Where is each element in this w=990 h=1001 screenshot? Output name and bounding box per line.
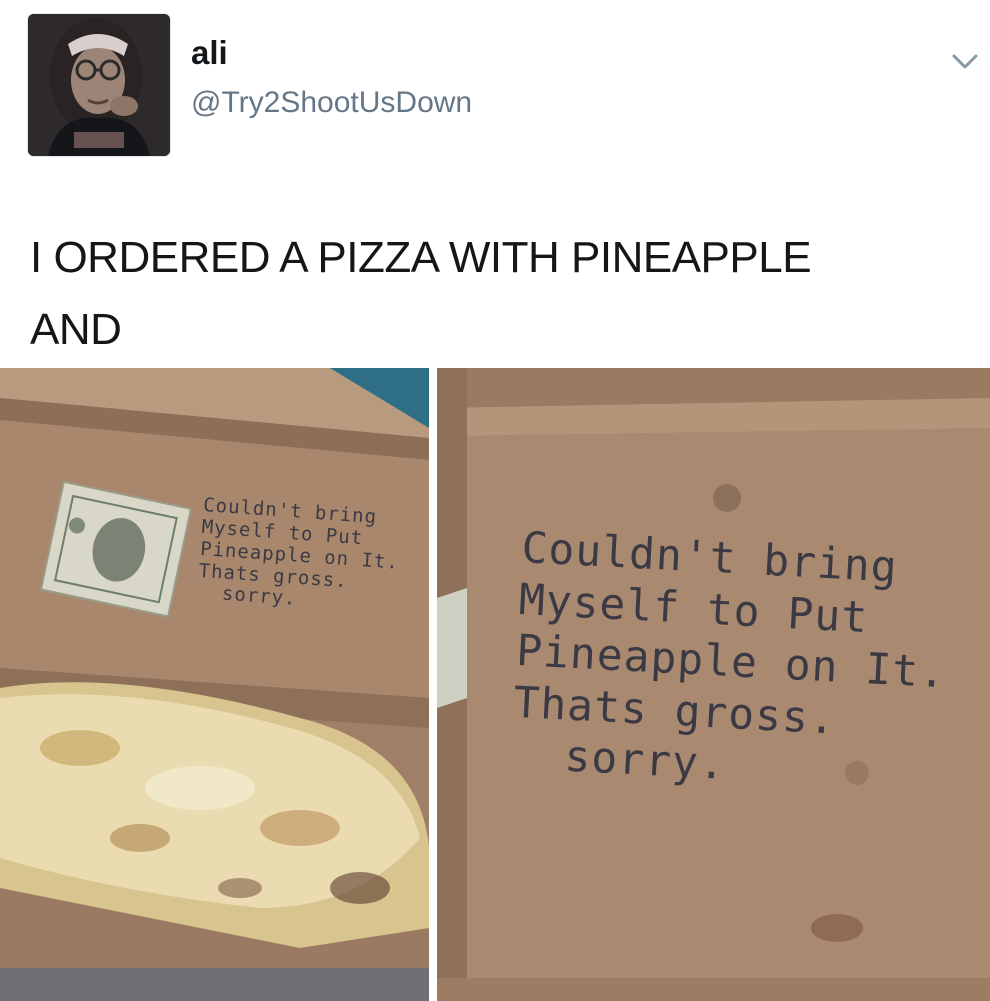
note-closeup-photo[interactable]: Couldn't bring Myself to Put Pineapple o… [437,368,990,1001]
display-name[interactable]: ali [191,36,228,69]
tweet-text: I ORDERED A PIZZA WITH PINEAPPLE AND [30,233,812,354]
handwritten-note-closeup: Couldn't bring Myself to Put Pineapple o… [509,523,948,791]
pizza-box-photo[interactable]: Couldn't bring Myself to Put Pineapple o… [0,368,429,1001]
tweet-media[interactable]: Couldn't bring Myself to Put Pineapple o… [0,368,990,1001]
avatar-photo [28,14,170,156]
user-handle[interactable]: @Try2ShootUsDown [191,88,472,118]
avatar[interactable] [28,14,170,156]
chevron-down-icon[interactable] [948,50,982,74]
pizza-box-image [0,368,429,1001]
tweet-header: ali @Try2ShootUsDown [0,0,990,190]
handwritten-note: Couldn't bring Myself to Put Pineapple o… [196,494,400,611]
